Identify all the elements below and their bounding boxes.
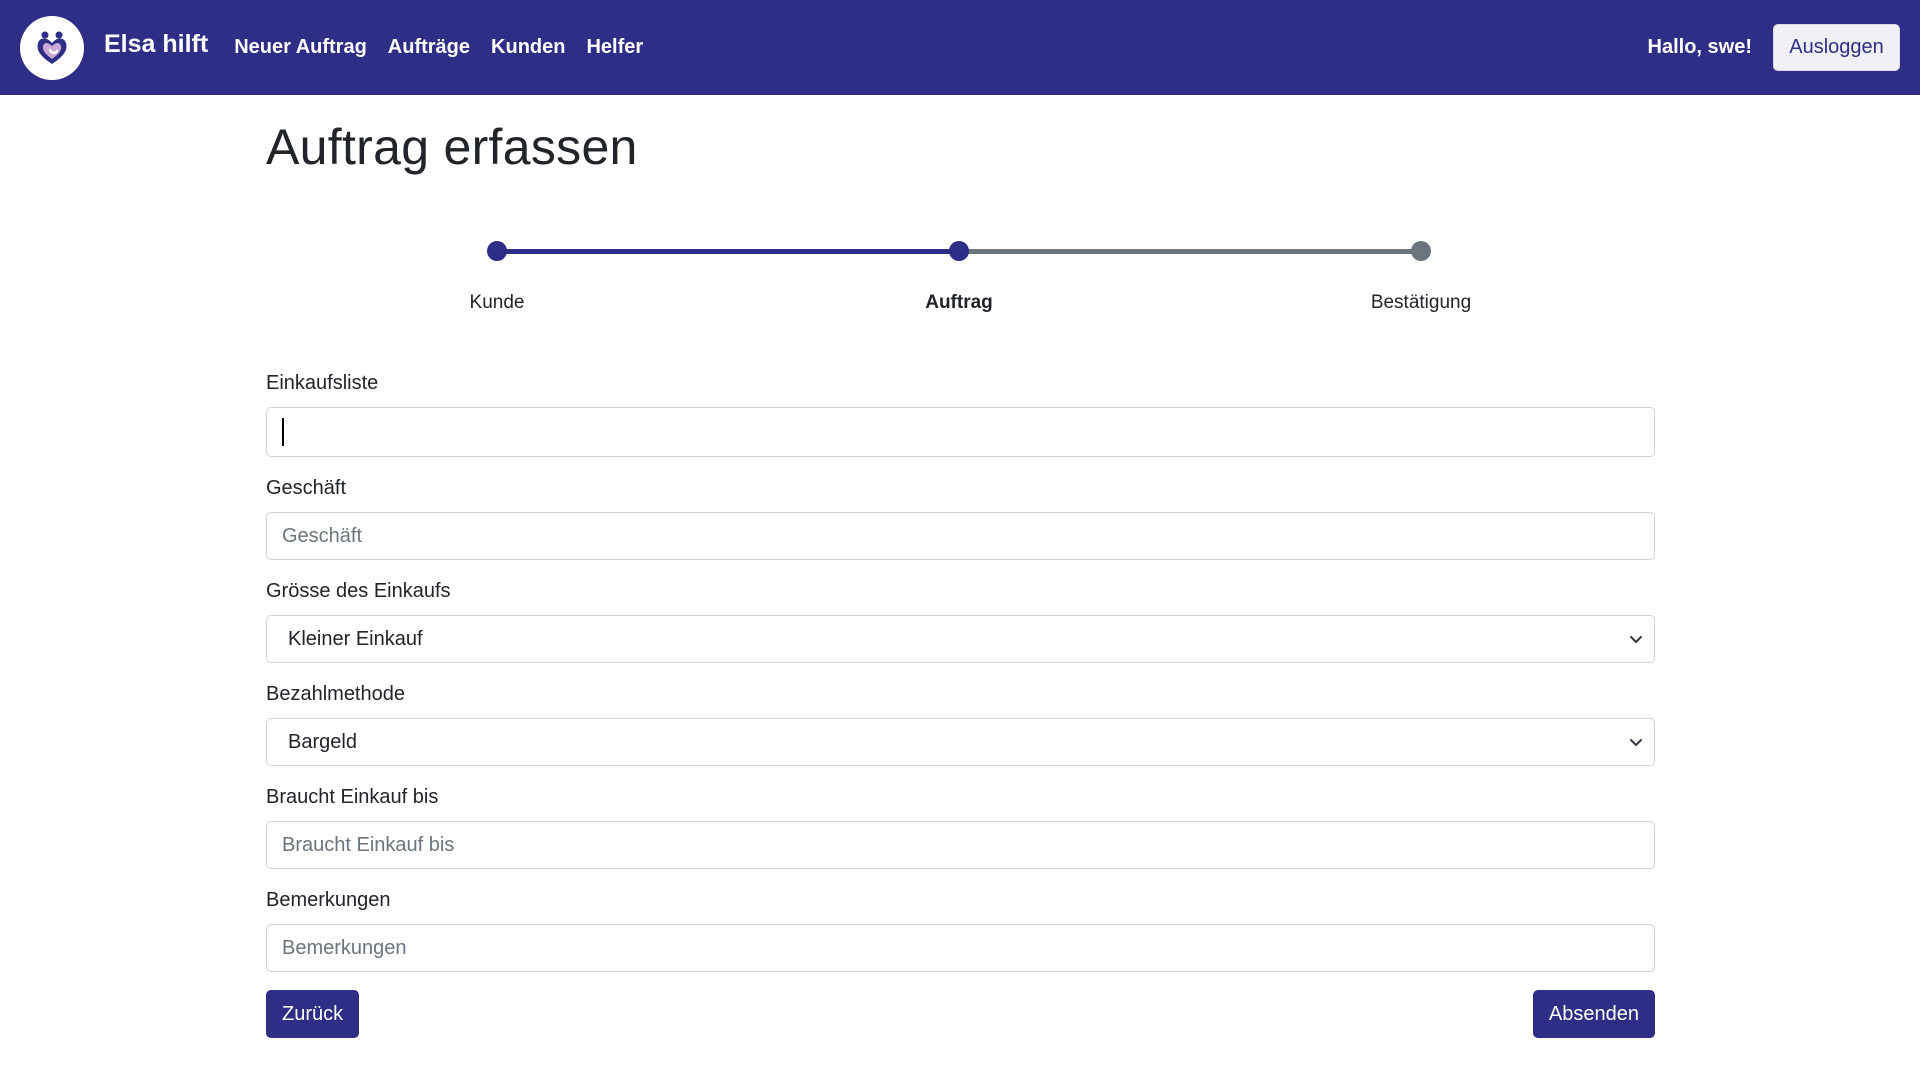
- stepper-line-completed: [496, 249, 958, 254]
- page-title: Auftrag erfassen: [266, 119, 638, 175]
- text-cursor: [282, 418, 284, 446]
- progress-stepper: Kunde Auftrag Bestätigung: [266, 222, 1655, 352]
- user-greeting: Hallo, swe!: [1647, 36, 1752, 58]
- chevron-down-icon: [1630, 636, 1642, 643]
- step-label-kunde: Kunde: [469, 292, 525, 313]
- order-form: Einkaufsliste Geschäft Grösse des Einkau…: [266, 372, 1655, 1038]
- nav-link-orders[interactable]: Aufträge: [388, 36, 470, 59]
- geschaeft-input[interactable]: [266, 512, 1655, 560]
- einkaufsliste-input[interactable]: [266, 407, 1655, 457]
- bezahlmethode-label: Bezahlmethode: [266, 683, 405, 705]
- step-dot-bestaetigung: [1411, 241, 1431, 261]
- field-group-groesse: Grösse des Einkaufs Kleiner Einkauf: [266, 580, 1655, 663]
- bemerkungen-input[interactable]: [266, 924, 1655, 972]
- main-nav: Neuer Auftrag Aufträge Kunden Helfer: [234, 36, 664, 59]
- back-button[interactable]: Zurück: [266, 990, 360, 1038]
- groesse-selected-value: Kleiner Einkauf: [288, 627, 423, 650]
- heart-hands-logo-icon[interactable]: [20, 15, 84, 80]
- bemerkungen-label: Bemerkungen: [266, 889, 391, 911]
- nav-link-customers[interactable]: Kunden: [491, 36, 565, 59]
- einkaufsliste-wrapper: [266, 407, 1655, 457]
- field-group-bemerkungen: Bemerkungen: [266, 889, 1655, 972]
- brand-name[interactable]: Elsa hilft: [104, 30, 208, 59]
- chevron-down-icon: [1630, 739, 1642, 746]
- nav-link-helpers[interactable]: Helfer: [586, 36, 643, 59]
- stepper-line-pending: [958, 249, 1421, 254]
- field-group-geschaeft: Geschäft: [266, 477, 1655, 560]
- bezahlmethode-select[interactable]: Bargeld: [266, 718, 1655, 766]
- bezahlmethode-selected-value: Bargeld: [288, 730, 357, 753]
- step-label-auftrag: Auftrag: [925, 292, 993, 313]
- braucht-bis-input[interactable]: [266, 821, 1655, 869]
- groesse-label: Grösse des Einkaufs: [266, 580, 451, 602]
- step-label-bestaetigung: Bestätigung: [1370, 292, 1472, 313]
- field-group-einkaufsliste: Einkaufsliste: [266, 372, 1655, 457]
- submit-button[interactable]: Absenden: [1532, 990, 1655, 1038]
- user-area: Hallo, swe! Ausloggen: [1648, 24, 1900, 71]
- geschaeft-label: Geschäft: [266, 477, 347, 499]
- step-dot-auftrag: [949, 241, 969, 261]
- step-dot-kunde: [487, 241, 507, 261]
- form-actions: Zurück Absenden: [266, 990, 1655, 1038]
- top-navbar: Elsa hilft Neuer Auftrag Aufträge Kunden…: [0, 0, 1920, 95]
- groesse-select[interactable]: Kleiner Einkauf: [266, 615, 1655, 663]
- braucht-bis-label: Braucht Einkauf bis: [266, 786, 439, 808]
- field-group-bezahlmethode: Bezahlmethode Bargeld: [266, 683, 1655, 766]
- main-content: Auftrag erfassen Kunde Auftrag Bestätigu…: [266, 95, 1655, 1038]
- einkaufsliste-label: Einkaufsliste: [266, 372, 379, 394]
- nav-link-new-order[interactable]: Neuer Auftrag: [234, 36, 367, 59]
- field-group-braucht-bis: Braucht Einkauf bis: [266, 786, 1655, 869]
- logout-button[interactable]: Ausloggen: [1773, 24, 1900, 71]
